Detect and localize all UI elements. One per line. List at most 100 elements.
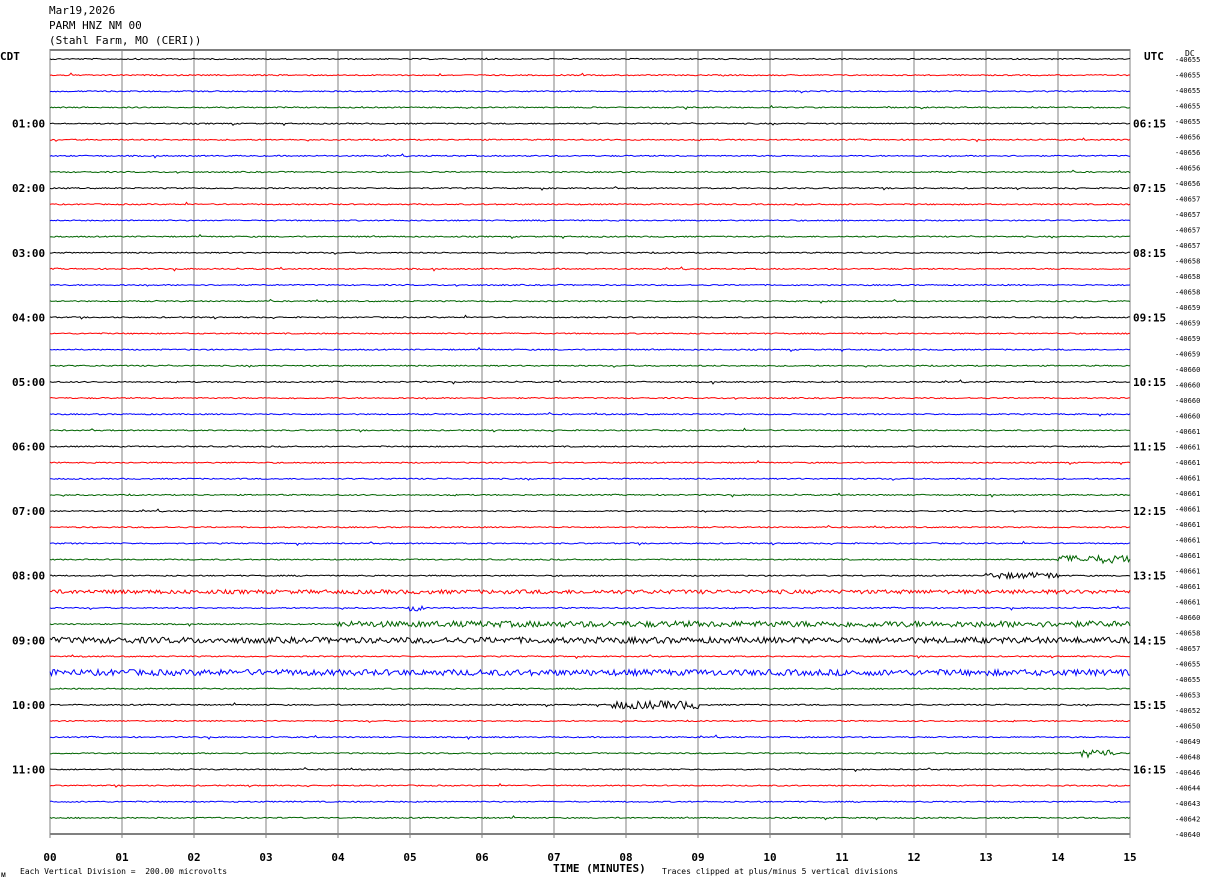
- dc-offset-label: -40660: [1175, 614, 1200, 622]
- trace-line: [49, 604, 1131, 612]
- clip-note: Traces clipped at plus/minus 5 vertical …: [662, 867, 899, 876]
- trace-line: [49, 411, 1131, 417]
- grid: [49, 49, 1131, 838]
- dc-offset-label: -40650: [1175, 723, 1200, 731]
- x-tick-label: 05: [403, 851, 416, 864]
- trace-line: [49, 734, 1131, 740]
- x-tick-label: 14: [1051, 851, 1065, 864]
- dc-offset-label: -40661: [1175, 599, 1200, 607]
- corner-mark: ᴍ: [1, 870, 6, 879]
- dc-offset-label: -40659: [1175, 351, 1200, 359]
- x-tick-label: 09: [691, 851, 704, 864]
- x-tick-label: 11: [835, 851, 849, 864]
- left-hour-label: 01:00: [12, 118, 45, 131]
- dc-offset-label: -40661: [1175, 444, 1200, 452]
- right-hour-label: 13:15: [1133, 570, 1166, 583]
- dc-offset-label: -40661: [1175, 521, 1200, 529]
- trace-line: [49, 137, 1131, 143]
- dc-offset-label: -40661: [1175, 537, 1200, 545]
- trace-line: [49, 800, 1131, 804]
- trace-line: [49, 782, 1131, 788]
- dc-offset-label: -40659: [1175, 320, 1200, 328]
- scale-note: Each Vertical Division = 200.00 microvol…: [20, 867, 228, 876]
- traces: [49, 57, 1131, 821]
- trace-line: [49, 379, 1131, 385]
- trace-line: [49, 815, 1131, 821]
- trace-line: [49, 540, 1131, 547]
- dc-offset-label: -40660: [1175, 366, 1200, 374]
- trace-line: [49, 635, 1131, 646]
- x-tick-label: 04: [331, 851, 345, 864]
- x-axis-title: TIME (MINUTES): [553, 862, 646, 875]
- left-hour-label: 07:00: [12, 505, 45, 518]
- dc-offset-label: -40658: [1175, 258, 1200, 266]
- trace-line: [49, 104, 1131, 110]
- left-hour-label: 09:00: [12, 634, 45, 647]
- dc-offset-label: -40646: [1175, 769, 1200, 777]
- x-tick-label: 10: [763, 851, 776, 864]
- trace-line: [49, 219, 1131, 222]
- dc-offset-label: -40661: [1175, 583, 1200, 591]
- dc-offset-label: -40656: [1175, 149, 1200, 157]
- dc-offset-label: -40660: [1175, 382, 1200, 390]
- right-hour-label: 14:15: [1133, 634, 1166, 647]
- x-tick-label: 02: [187, 851, 200, 864]
- trace-line: [49, 89, 1131, 94]
- trace-line: [49, 571, 1131, 580]
- left-hour-label: 08:00: [12, 570, 45, 583]
- dc-offset-label: -40655: [1175, 103, 1200, 111]
- dc-offset-label: -40655: [1175, 676, 1200, 684]
- trace-line: [49, 687, 1131, 691]
- trace-line: [49, 508, 1131, 513]
- trace-line: [49, 459, 1131, 466]
- dc-offset-label: -40655: [1175, 118, 1200, 126]
- helicorder-plot: 01:00 02:00 03:00 04:00 05:00 06:00 07:00 08:00…: [12, 49, 1200, 864]
- dc-offset-label: -40658: [1175, 289, 1200, 297]
- dc-offset-label: -40655: [1175, 72, 1200, 80]
- left-hour-label: 03:00: [12, 247, 45, 260]
- trace-line: [49, 719, 1131, 724]
- dc-offset-label: -40653: [1175, 692, 1200, 700]
- right-hour-label: 11:15: [1133, 441, 1166, 454]
- dc-offset-label: -40657: [1175, 211, 1200, 219]
- dc-offset-label: -40655: [1175, 56, 1200, 64]
- trace-line: [49, 266, 1131, 272]
- trace-line: [49, 767, 1130, 773]
- dc-offset-label: -40661: [1175, 568, 1200, 576]
- trace-line: [49, 654, 1131, 660]
- dc-offset-label: -40657: [1175, 645, 1200, 653]
- left-hour-label: 05:00: [12, 376, 45, 389]
- trace-line: [49, 332, 1130, 335]
- trace-line: [49, 298, 1131, 304]
- dc-offset-label: -40658: [1175, 630, 1200, 638]
- trace-line: [49, 283, 1131, 287]
- x-tick-label: 06: [475, 851, 489, 864]
- dc-offset-label: -40652: [1175, 707, 1200, 715]
- right-hour-label: 08:15: [1133, 247, 1166, 260]
- dc-offset-label: -40659: [1175, 304, 1200, 312]
- dc-offset-label: -40661: [1175, 459, 1200, 467]
- dc-offset-label: -40656: [1175, 180, 1200, 188]
- trace-line: [49, 153, 1131, 159]
- right-hour-label: 09:15: [1133, 311, 1166, 324]
- trace-line: [49, 699, 1131, 710]
- trace-line: [49, 186, 1131, 191]
- trace-line: [49, 492, 1131, 498]
- plot-frame: [49, 49, 1131, 835]
- dc-offset-label: -40656: [1175, 165, 1200, 173]
- dc-offset-label: -40656: [1175, 134, 1200, 142]
- trace-line: [49, 396, 1131, 400]
- x-tick-label: 15: [1123, 851, 1136, 864]
- x-tick-label: 03: [259, 851, 272, 864]
- dc-offset-label: -40640: [1175, 831, 1200, 839]
- x-tick-label: 00: [43, 851, 56, 864]
- dc-offset-label: -40642: [1175, 816, 1200, 824]
- dc-offset-label: -40661: [1175, 428, 1200, 436]
- trace-line: [50, 251, 1131, 255]
- right-hour-label: 10:15: [1133, 376, 1166, 389]
- dc-offset-label: -40655: [1175, 661, 1200, 669]
- trace-line: [49, 346, 1131, 353]
- dc-offset-label: -40655: [1175, 87, 1200, 95]
- trace-line: [49, 122, 1131, 127]
- dc-offset-label: -40657: [1175, 227, 1200, 235]
